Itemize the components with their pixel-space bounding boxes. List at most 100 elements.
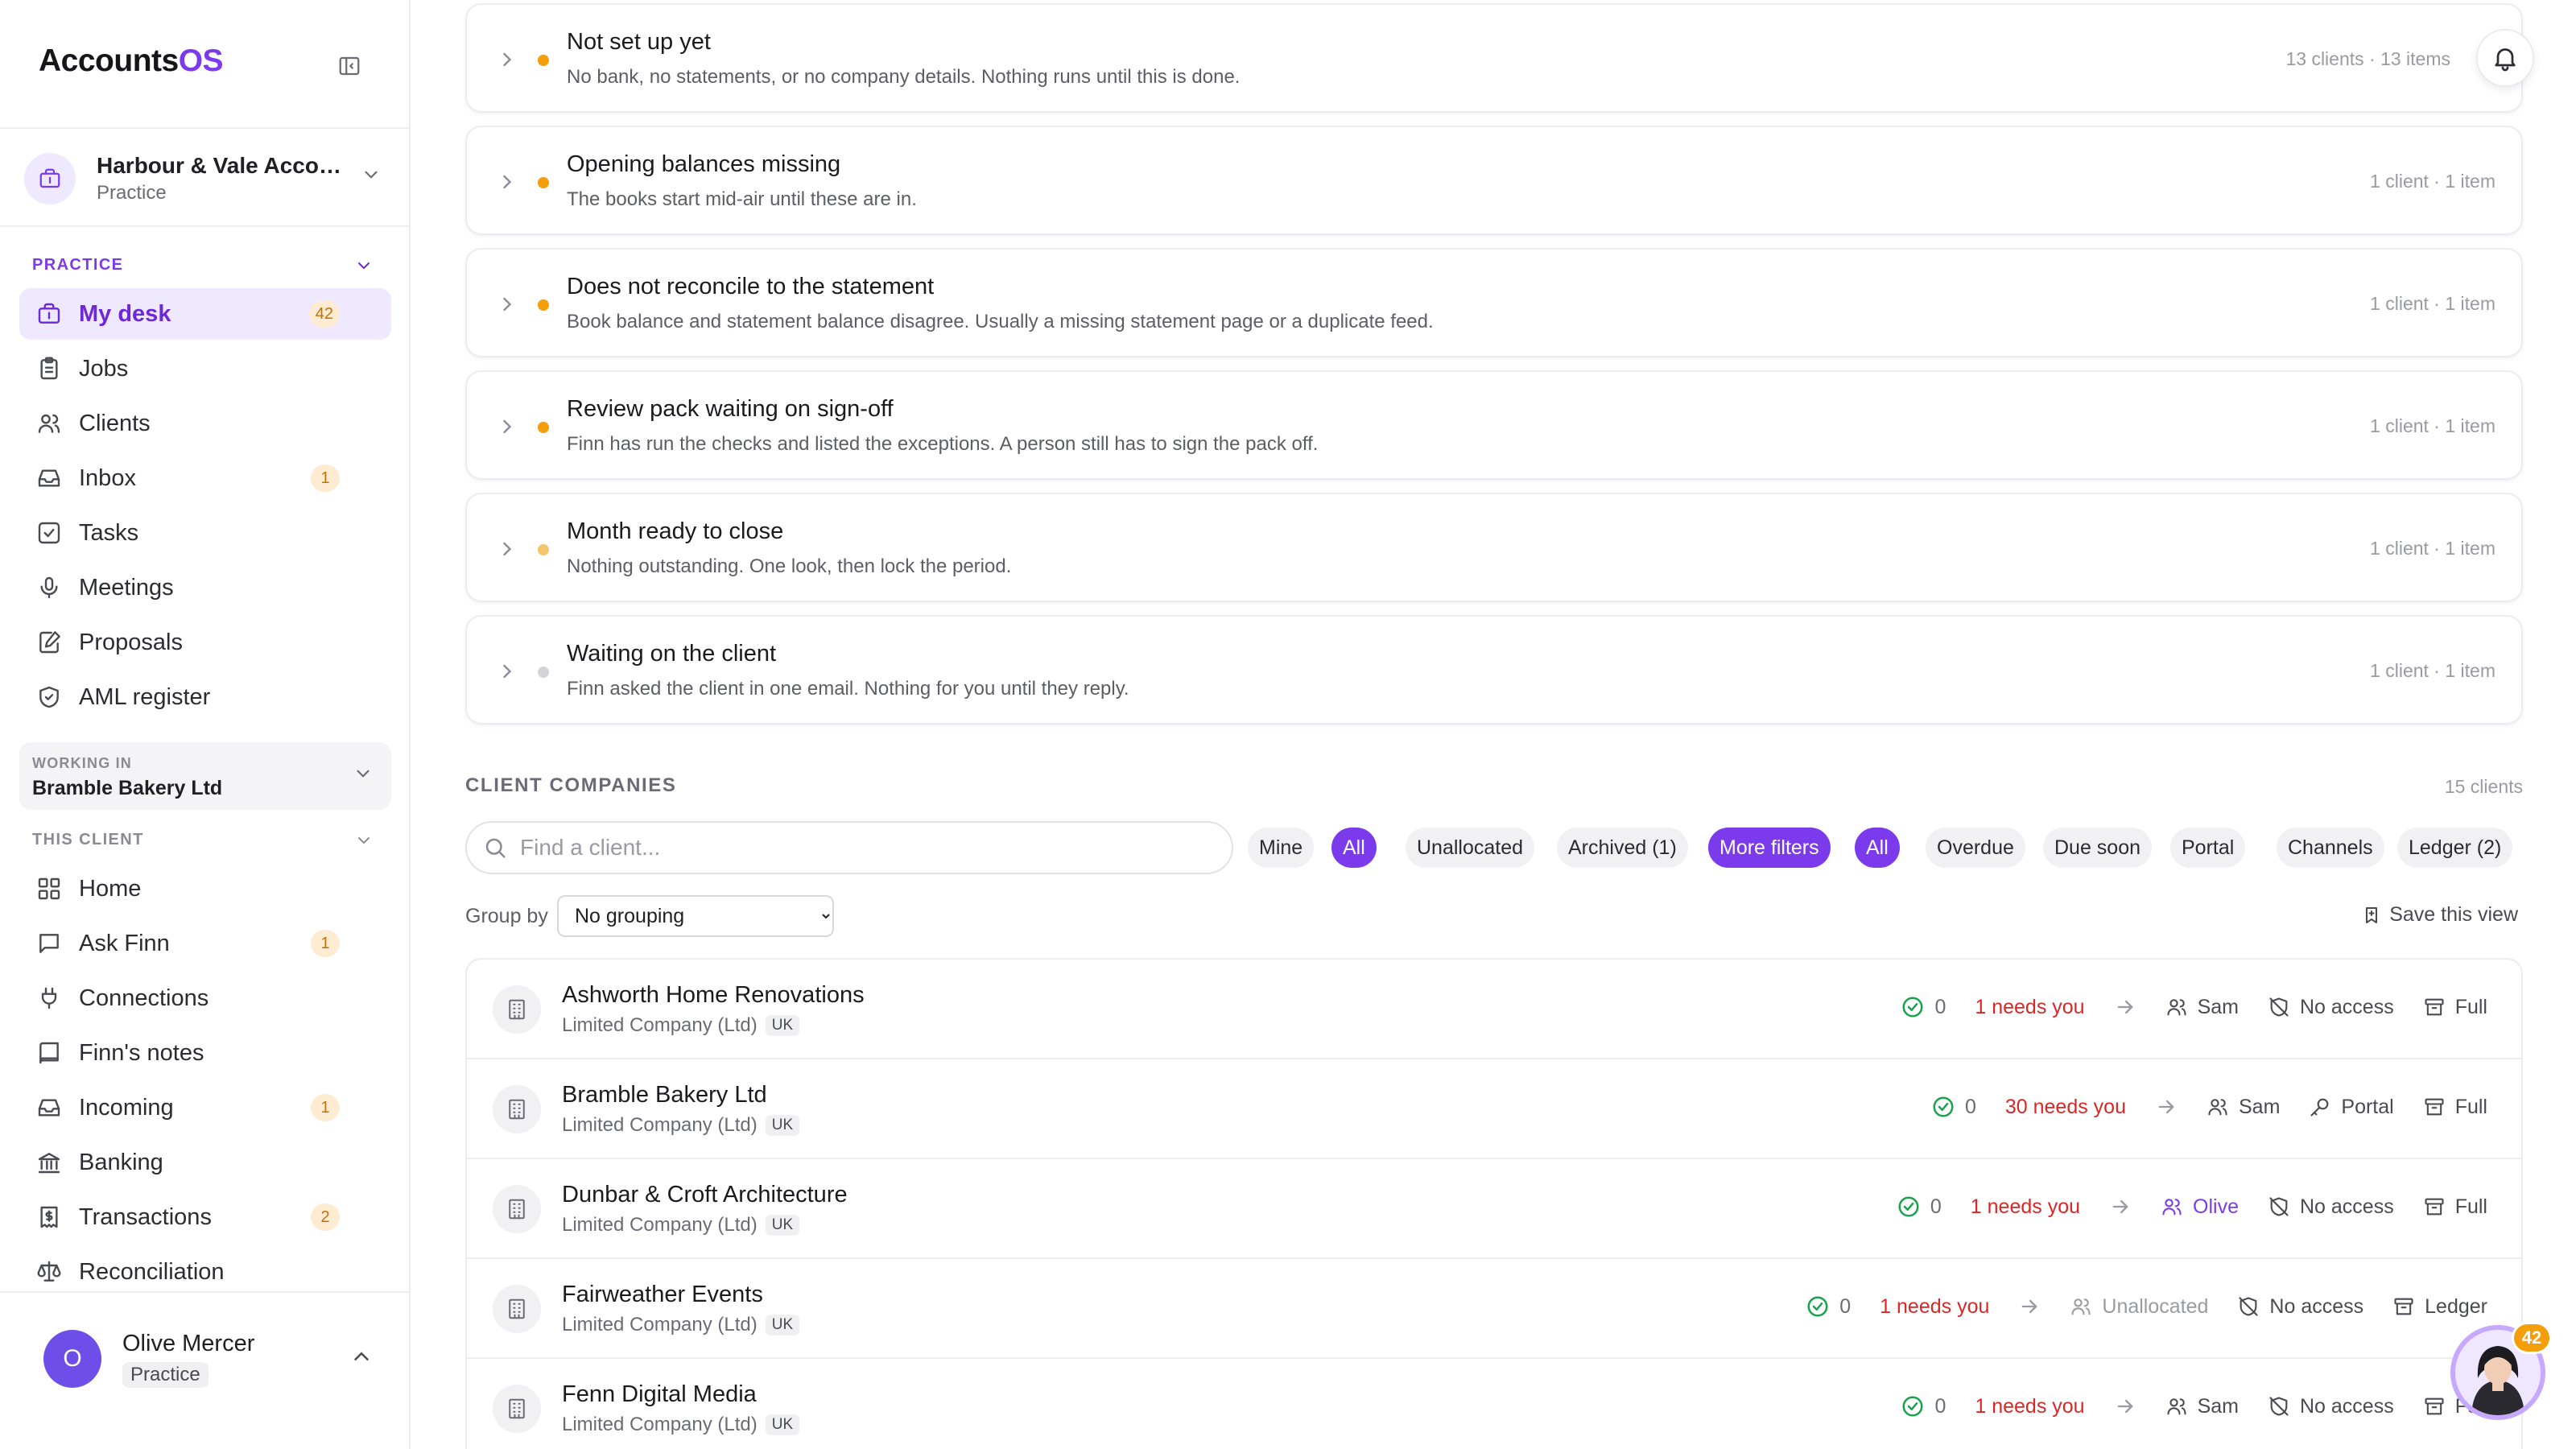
receipt-icon [40,1206,58,1228]
sidebar-item-jobs[interactable]: Jobs [19,343,391,394]
service-level[interactable]: Full [2423,1195,2487,1219]
key-icon [2310,1098,2329,1117]
sidebar-item-home[interactable]: Home [19,863,391,914]
sidebar-item-my-desk[interactable]: My desk 42 [19,288,391,340]
group-by-select[interactable]: No grouping [557,895,834,937]
needs-you[interactable]: 1 needs you [1971,1195,2080,1219]
sidebar-item-finn-s-notes[interactable]: Finn's notes [19,1027,391,1079]
sidebar-item-proposals[interactable]: Proposals [19,617,391,668]
sidebar-item-reconciliation[interactable]: Reconciliation [19,1246,391,1298]
client-row[interactable]: Dunbar & Croft Architecture Limited Compa… [467,1159,2521,1259]
service-level[interactable]: Full [2423,1096,2487,1119]
access-status[interactable]: No access [2237,1295,2363,1319]
sidebar-item-clients[interactable]: Clients [19,398,391,449]
access-status[interactable]: No access [2268,1195,2394,1219]
notifications-button[interactable] [2476,29,2534,87]
chevron-right-icon[interactable] [496,48,518,71]
filter-chip-unallocated[interactable]: Unallocated [1406,828,1535,868]
client-row[interactable]: Fenn Digital Media Limited Company (Ltd) U… [467,1359,2521,1449]
chevron-right-icon[interactable] [496,660,518,683]
needs-you[interactable]: 30 needs you [2005,1096,2126,1119]
save-view-button[interactable]: Save this view [2362,903,2518,927]
needs-you[interactable]: 1 needs you [1880,1295,1989,1319]
working-in-switcher[interactable]: WORKING IN Bramble Bakery Ltd [19,742,391,810]
client-search[interactable] [465,821,1233,874]
sidebar-item-meetings[interactable]: Meetings [19,562,391,613]
sidebar-item-inbox[interactable]: Inbox 1 [19,452,391,504]
assignee[interactable]: Olive [2161,1195,2239,1219]
filter-chip-portal[interactable]: Portal [2170,828,2246,868]
sidebar-item-incoming[interactable]: Incoming 1 [19,1082,391,1133]
inbox-icon-wrap [35,464,63,492]
plug-icon [41,987,57,1009]
chevron-right-icon[interactable] [496,415,518,438]
no-access-icon [2239,1297,2258,1316]
arrow [2114,1395,2136,1418]
issue-group[interactable]: Not set up yet No bank, no statements, or… [465,3,2523,113]
country-badge: UK [765,1414,800,1435]
sidebar-item-tasks[interactable]: Tasks [19,507,391,559]
access-status[interactable]: No access [2268,996,2394,1019]
sidebar-item-aml-register[interactable]: AML register [19,671,391,723]
filter-chip-channels[interactable]: Channels [2277,828,2384,868]
app-logo[interactable]: AccountsOS [39,43,224,78]
divider [0,1291,409,1293]
needs-you[interactable]: 1 needs you [1975,1395,2084,1418]
sidebar-item-label: Clients [79,410,151,436]
client-row[interactable]: Ashworth Home Renovations Limited Company… [467,960,2521,1059]
assignee[interactable]: Unallocated [2070,1295,2208,1319]
shield-icon-wrap [35,683,63,711]
filter-chip-due-soon[interactable]: Due soon [2043,828,2153,868]
filter-chip-all[interactable]: All [1855,828,1900,868]
filter-chip-mine[interactable]: Mine [1248,828,1315,868]
org-name: Harbour & Vale Accountants [97,153,354,178]
filter-chip-ledger-2[interactable]: Ledger (2) [2397,828,2513,868]
filter-chip-all[interactable]: All [1331,828,1377,868]
building-icon [509,1298,525,1319]
chevron-down-icon[interactable] [354,256,374,275]
chevron-right-icon[interactable] [496,538,518,560]
chevron-right-icon[interactable] [496,171,518,193]
filter-chip-more-filters[interactable]: More filters [1708,828,1831,868]
client-name[interactable]: Dunbar & Croft Architecture [562,1182,848,1208]
issue-group[interactable]: Review pack waiting on sign-off Finn has … [465,370,2523,480]
service-level[interactable]: Full [2423,996,2487,1019]
company-type-label: Limited Company (Ltd) [562,1214,758,1236]
sidebar-collapse-button[interactable] [330,47,369,85]
needs-you[interactable]: 1 needs you [1975,996,2084,1019]
sidebar-item-banking[interactable]: Banking [19,1137,391,1188]
client-name[interactable]: Fenn Digital Media [562,1381,757,1408]
assignee[interactable]: Sam [2165,996,2239,1019]
access-status[interactable]: No access [2268,1395,2394,1418]
issue-group[interactable]: Opening balances missing The books start … [465,126,2523,235]
filter-chip-archived-1[interactable]: Archived (1) [1557,828,1688,868]
client-name[interactable]: Bramble Bakery Ltd [562,1082,767,1108]
org-switcher[interactable]: Harbour & Vale Accountants Practice [24,145,386,213]
sidebar-item-ask-finn[interactable]: Ask Finn 1 [19,918,391,969]
issue-description: No bank, no statements, or no company de… [567,66,1241,88]
client-name[interactable]: Ashworth Home Renovations [562,982,865,1009]
sidebar-item-transactions[interactable]: Transactions 2 [19,1191,391,1243]
no-access-icon [2269,1397,2289,1416]
assignee[interactable]: Sam [2165,1395,2239,1418]
client-row[interactable]: Fairweather Events Limited Company (Ltd) U… [467,1259,2521,1359]
client-name[interactable]: Fairweather Events [562,1282,763,1308]
sidebar-item-connections[interactable]: Connections [19,972,391,1024]
sidebar-item-label: Banking [79,1149,163,1175]
client-status: 01 needs youSamNo accessFull [1901,1394,2487,1418]
filter-chip-overdue[interactable]: Overdue [1926,828,2025,868]
search-input[interactable] [520,835,1212,861]
issue-group[interactable]: Does not reconcile to the statement Book … [465,248,2523,357]
issue-group[interactable]: Month ready to close Nothing outstanding.… [465,493,2523,602]
assignee[interactable]: Sam [2207,1096,2280,1119]
ok-count-value: 0 [1839,1294,1852,1318]
user-menu[interactable]: O Olive Mercer Practice [43,1315,374,1402]
access-status[interactable]: Portal [2309,1096,2394,1119]
service-level[interactable]: Ledger [2392,1295,2487,1319]
chevron-right-icon[interactable] [496,293,518,316]
working-in-label: WORKING IN [32,755,132,771]
grid-icon-wrap [35,875,63,902]
issue-group[interactable]: Waiting on the client Finn asked the clie… [465,615,2523,724]
client-row[interactable]: Bramble Bakery Ltd Limited Company (Ltd) U… [467,1059,2521,1159]
chevron-down-icon[interactable] [354,831,374,850]
